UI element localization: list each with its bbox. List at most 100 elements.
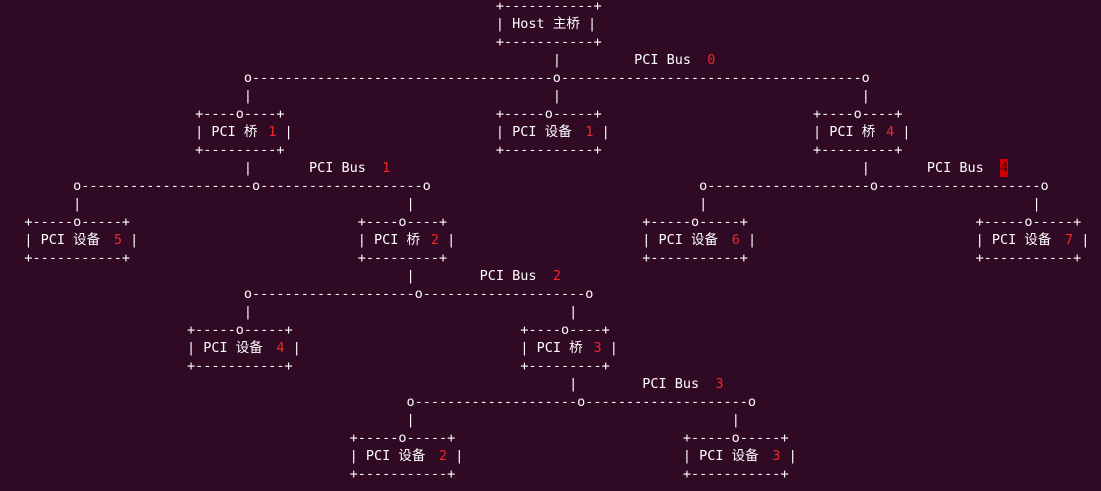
diagram-text: +-----o-----+ xyxy=(642,214,748,230)
diagram-text: +---------+ xyxy=(813,142,903,158)
diagram-text: PCI Bus xyxy=(479,268,545,284)
diagram-text: | xyxy=(243,160,253,176)
diagram-text: | xyxy=(292,340,301,356)
index-number: 1 xyxy=(382,160,391,176)
index-number: 3 xyxy=(593,340,602,356)
diagram-text: | xyxy=(284,124,293,140)
diagram-text: o-------------------------------------o-… xyxy=(243,70,870,86)
diagram-text: | xyxy=(455,448,464,464)
terminal-line: +-----------+ +---------+ xyxy=(0,357,1101,375)
index-number: 2 xyxy=(552,268,561,284)
diagram-text: o--------------------o------------------… xyxy=(406,394,757,410)
diagram-text: | PCI 桥 xyxy=(520,340,583,356)
diagram-text: | PCI 设备 xyxy=(24,232,101,248)
diagram-text: | PCI 设备 xyxy=(186,340,263,356)
index-number: 1 xyxy=(585,124,594,140)
diagram-text: | xyxy=(552,88,561,104)
diagram-text: +-----------+ xyxy=(642,250,748,266)
diagram-text: +-----o-----+ xyxy=(975,214,1082,230)
index-number: 3 xyxy=(772,448,781,464)
terminal-line: | PCI 设备 4 | | PCI 桥 3 | xyxy=(0,339,1101,357)
terminal-line: +----o----+ +-----o-----+ +----o----+ xyxy=(0,105,1101,123)
terminal-line: o--------------------o------------------… xyxy=(0,285,1101,303)
diagram-text: | Host 主桥 | xyxy=(495,16,597,32)
terminal-line: +-----------+ +-----------+ xyxy=(0,465,1101,483)
diagram-text: +-----------+ xyxy=(682,466,789,482)
terminal-line: o---------------------o-----------------… xyxy=(0,177,1101,195)
diagram-text: | xyxy=(1032,196,1041,212)
diagram-text: +-----------+ xyxy=(186,358,293,374)
terminal-line: | | xyxy=(0,411,1101,429)
diagram-text: | PCI 桥 xyxy=(813,124,876,140)
diagram-text: o---------------------o-----------------… xyxy=(73,178,431,194)
diagram-text: PCI Bus xyxy=(308,160,374,176)
terminal-line: +-----o-----+ +-----o-----+ xyxy=(0,429,1101,447)
diagram-text: | xyxy=(552,52,561,68)
terminal-line: +-----------+ xyxy=(0,0,1101,15)
diagram-text: +-----o-----+ xyxy=(349,430,456,446)
terminal-line: | | xyxy=(0,303,1101,321)
terminal-window: +-----------+ | Host 主桥 | +-----------+ | PC… xyxy=(0,0,1101,491)
diagram-text: | PCI 设备 xyxy=(682,448,759,464)
diagram-text: +-----o-----+ xyxy=(24,214,131,230)
diagram-text: | xyxy=(731,412,740,428)
diagram-text: | xyxy=(243,88,253,104)
diagram-text: +-----o-----+ xyxy=(682,430,789,446)
diagram-text: +-----------+ xyxy=(495,34,602,50)
diagram-text: | xyxy=(699,196,708,212)
terminal-line: | Host 主桥 | xyxy=(0,15,1101,33)
terminal-line: | PCI 设备 5 | | PCI 桥 2 | | PCI 设备 6 | | PCI 设备 7 | xyxy=(0,231,1101,249)
terminal-line: o--------------------o------------------… xyxy=(0,393,1101,411)
diagram-text: | PCI 桥 xyxy=(195,124,258,140)
diagram-text: | PCI 设备 xyxy=(975,232,1052,248)
diagram-text: +-----o-----+ xyxy=(186,322,293,338)
terminal-line: | PCI Bus 3 xyxy=(0,375,1101,393)
diagram-text: PCI Bus xyxy=(634,52,700,68)
terminal-line: +-----o-----+ +----o----+ +-----o-----+ +--… xyxy=(0,213,1101,231)
diagram-text: | xyxy=(130,232,139,248)
diagram-text: | xyxy=(747,232,757,248)
index-number: 4 xyxy=(276,340,285,356)
index-number: 0 xyxy=(707,52,716,68)
terminal-line: o-------------------------------------o-… xyxy=(0,69,1101,87)
index-number: 2 xyxy=(430,232,440,248)
diagram-text: | xyxy=(569,304,578,320)
index-number: 3 xyxy=(715,376,724,392)
index-number: 4 xyxy=(999,159,1009,177)
diagram-text: | xyxy=(447,232,456,248)
diagram-text: | PCI 设备 xyxy=(642,232,719,248)
diagram-text: o--------------------o------------------… xyxy=(699,178,1049,194)
terminal-line: | PCI Bus 2 xyxy=(0,267,1101,285)
terminal-line: +---------+ +-----------+ +---------+ xyxy=(0,141,1101,159)
diagram-text: +-----------+ xyxy=(495,142,602,158)
index-number: 2 xyxy=(439,448,448,464)
terminal-line: | PCI 设备 2 | | PCI 设备 3 | xyxy=(0,447,1101,465)
diagram-text: | xyxy=(1081,232,1090,248)
diagram-text: +----o----+ xyxy=(813,106,903,122)
diagram-text: +---------+ xyxy=(357,250,448,266)
diagram-text: | xyxy=(406,412,415,428)
diagram-text: +-----------+ xyxy=(975,250,1082,266)
diagram-text: | xyxy=(788,448,797,464)
terminal-line: +-----------+ xyxy=(0,33,1101,51)
diagram-text: +---------+ xyxy=(520,358,610,374)
diagram-text: | xyxy=(569,376,578,392)
diagram-text: | xyxy=(861,88,870,104)
diagram-text: | xyxy=(406,268,415,284)
diagram-text: o--------------------o------------------… xyxy=(243,286,594,302)
index-number: 1 xyxy=(268,124,277,140)
diagram-text: | xyxy=(609,340,618,356)
index-number: 5 xyxy=(113,232,122,248)
diagram-text: +-----------+ xyxy=(349,466,456,482)
diagram-text: | PCI 桥 xyxy=(357,232,420,248)
terminal-line: | | | | xyxy=(0,195,1101,213)
index-number: 7 xyxy=(1065,232,1074,248)
diagram-text: | xyxy=(243,304,253,320)
diagram-text: +-----------+ xyxy=(24,250,131,266)
terminal-line: | PCI Bus 0 xyxy=(0,51,1101,69)
diagram-text: | PCI 设备 xyxy=(495,124,572,140)
diagram-text: PCI Bus xyxy=(926,160,992,176)
index-number: 4 xyxy=(886,124,895,140)
terminal-line: +-----o-----+ +----o----+ xyxy=(0,321,1101,339)
diagram-text: +----o----+ xyxy=(520,322,610,338)
